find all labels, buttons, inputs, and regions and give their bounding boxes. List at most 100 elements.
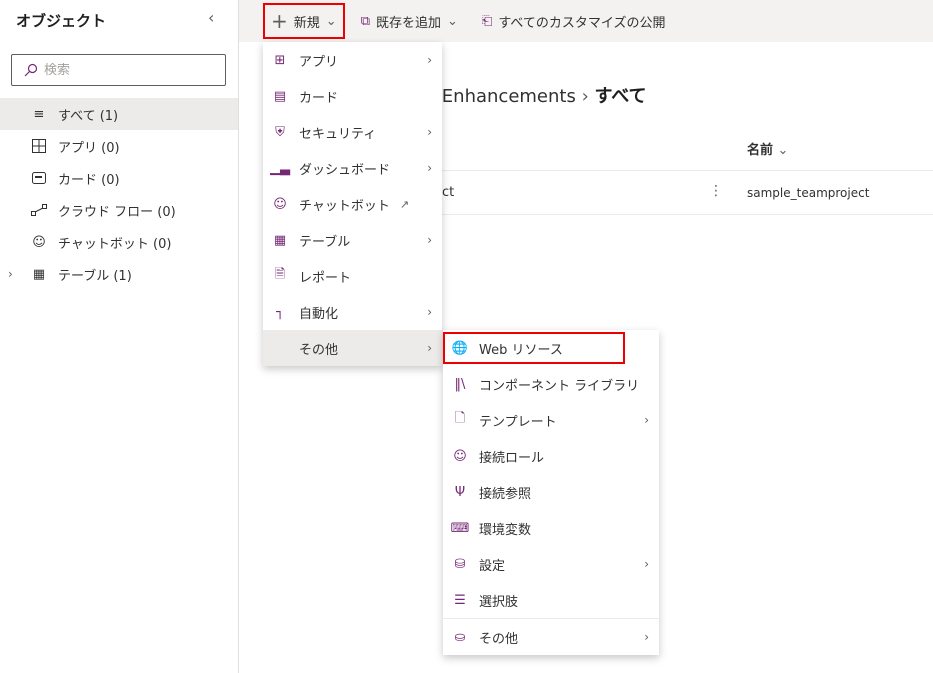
people-icon: ☺ [453, 448, 467, 464]
publish-icon: ⎗ [481, 13, 493, 29]
menu-label: その他 [299, 342, 339, 358]
column-header-name[interactable]: 名前 ⌄ [747, 139, 788, 158]
bot-icon: ☺ [273, 196, 287, 212]
menu-label: テンプレート [479, 414, 557, 430]
menu-item-app[interactable]: ⊞ アプリ › [263, 42, 442, 78]
chevron-right-icon: › [427, 341, 432, 355]
menu-item-dashboard[interactable]: ▁▃ ダッシュボード › [263, 150, 442, 186]
sidebar-item-label: テーブル (1) [58, 268, 132, 284]
menu-item-table[interactable]: ▦ テーブル › [263, 222, 442, 258]
breadcrumb-parent[interactable]: e Enhancements [425, 86, 576, 107]
menu-item-card[interactable]: ▤ カード [263, 78, 442, 114]
menu-item-other[interactable]: その他 › [263, 330, 442, 366]
sidebar-item-all[interactable]: ≡ すべて (1) [0, 98, 238, 130]
sidebar: オブジェクト ‹ ≡ すべて (1) アプリ (0) カード (0) クラウド フ… [0, 0, 239, 673]
publish-label: すべてのカスタマイズの公開 [498, 15, 666, 31]
chevron-right-icon: › [427, 305, 432, 319]
menu-item-connection-role[interactable]: ☺ 接続ロール [443, 438, 659, 474]
publish-all-button[interactable]: ⎗ すべてのカスタマイズの公開 [476, 5, 672, 37]
breadcrumb-current: すべて [594, 86, 647, 107]
menu-label: 選択肢 [479, 594, 519, 610]
bot-icon: ☺ [32, 234, 46, 250]
expand-chevron-icon[interactable]: › [8, 267, 13, 281]
sidebar-item-chatbots[interactable]: ☺ チャットボット (0) [0, 226, 238, 258]
menu-item-choices[interactable]: ☰ 選択肢 [443, 582, 659, 618]
menu-item-environment-variable[interactable]: ⌨ 環境変数 [443, 510, 659, 546]
flow-icon: ┐ [276, 304, 284, 320]
web-resource-icon: 🌐 [451, 340, 469, 356]
command-bar: + 新規 ⌄ ⧉ 既存を追加 ⌄ ⎗ すべてのカスタマイズの公開 [239, 0, 933, 42]
sidebar-item-apps[interactable]: アプリ (0) [0, 130, 238, 162]
variable-icon: ⌨ [450, 520, 470, 536]
external-link-icon: ↗ [399, 197, 410, 211]
chevron-down-icon: ⌄ [447, 13, 458, 29]
menu-label: アプリ [299, 54, 339, 70]
menu-item-chatbot[interactable]: ☺ チャットボット ↗ [263, 186, 442, 222]
menu-item-template[interactable]: 🗋 テンプレート › [443, 402, 659, 438]
collapse-chevron-icon[interactable]: ‹ [208, 8, 214, 27]
chevron-right-icon: › [427, 161, 432, 175]
library-icon: ‖\ [454, 376, 466, 392]
chevron-right-icon: › [427, 233, 432, 247]
menu-label: 設定 [479, 558, 506, 574]
menu-label: セキュリティ [299, 126, 377, 142]
menu-label: チャットボット [299, 198, 390, 214]
menu-item-web-resource[interactable]: 🌐 Web リソース [443, 330, 659, 366]
add-existing-button[interactable]: ⧉ 既存を追加 ⌄ [355, 5, 464, 37]
chevron-right-icon: › [644, 557, 649, 571]
sidebar-item-cloud-flows[interactable]: クラウド フロー (0) [0, 194, 238, 226]
table-icon: ▦ [32, 266, 46, 282]
app-icon [30, 139, 48, 153]
sidebar-title: オブジェクト [16, 12, 107, 30]
other-submenu: 🌐 Web リソース ‖\ コンポーネント ライブラリ 🗋 テンプレート › ☺ 接続ロー… [443, 330, 659, 655]
menu-label: 自動化 [299, 306, 339, 322]
plus-icon: + [271, 9, 288, 33]
menu-label: コンポーネント ライブラリ [479, 378, 640, 394]
list-icon: ≡ [33, 106, 45, 122]
menu-item-connection-reference[interactable]: Ψ 接続参照 [443, 474, 659, 510]
database-settings-icon: ⛁ [454, 556, 466, 572]
dashboard-icon: ▁▃ [270, 160, 290, 176]
menu-item-component-library[interactable]: ‖\ コンポーネント ライブラリ [443, 366, 659, 402]
chevron-right-icon: › [427, 53, 432, 67]
card-icon: ▤ [273, 88, 287, 104]
add-existing-icon: ⧉ [360, 13, 370, 29]
sidebar-item-label: カード (0) [58, 172, 120, 188]
menu-item-security[interactable]: ⛨ セキュリティ › [263, 114, 442, 150]
list-icon: ☰ [454, 592, 466, 608]
card-icon [30, 172, 48, 184]
menu-label: レポート [299, 270, 352, 286]
search-icon [24, 63, 38, 77]
menu-label: 接続参照 [479, 486, 532, 502]
more-options-icon[interactable]: ⋮ [709, 183, 723, 199]
new-button[interactable]: + 新規 ⌄ [263, 3, 345, 39]
search-input[interactable] [44, 62, 204, 78]
sidebar-item-label: クラウド フロー (0) [58, 204, 176, 220]
sidebar-item-cards[interactable]: カード (0) [0, 162, 238, 194]
add-existing-label: 既存を追加 [375, 15, 441, 31]
menu-item-report[interactable]: 🗎 レポート [263, 258, 442, 294]
plug-icon: Ψ [454, 484, 466, 500]
menu-item-settings[interactable]: ⛁ 設定 › [443, 546, 659, 582]
column-name-label: 名前 [747, 143, 774, 158]
sidebar-item-label: すべて (1) [58, 108, 119, 124]
menu-label: ダッシュボード [299, 162, 391, 178]
divider [442, 214, 933, 215]
menu-label: 環境変数 [479, 522, 532, 538]
database-icon: ⛀ [454, 629, 466, 645]
table-cell-name: sample_teamproject [747, 186, 870, 200]
chevron-right-icon: › [427, 125, 432, 139]
table-cell-display-name[interactable]: ct [442, 185, 454, 200]
sidebar-item-label: チャットボット (0) [58, 236, 172, 252]
menu-item-automation[interactable]: ┐ 自動化 › [263, 294, 442, 330]
report-icon: 🗎 [274, 267, 286, 282]
new-label: 新規 [293, 15, 320, 31]
menu-label: カード [299, 90, 339, 106]
sidebar-item-tables[interactable]: › ▦ テーブル (1) [0, 258, 238, 290]
sidebar-item-label: アプリ (0) [58, 140, 120, 156]
chevron-right-icon: › [644, 630, 649, 644]
divider [442, 170, 933, 171]
search-box[interactable] [11, 54, 226, 86]
menu-item-other[interactable]: ⛀ その他 › [443, 619, 659, 655]
menu-label: その他 [479, 631, 519, 647]
